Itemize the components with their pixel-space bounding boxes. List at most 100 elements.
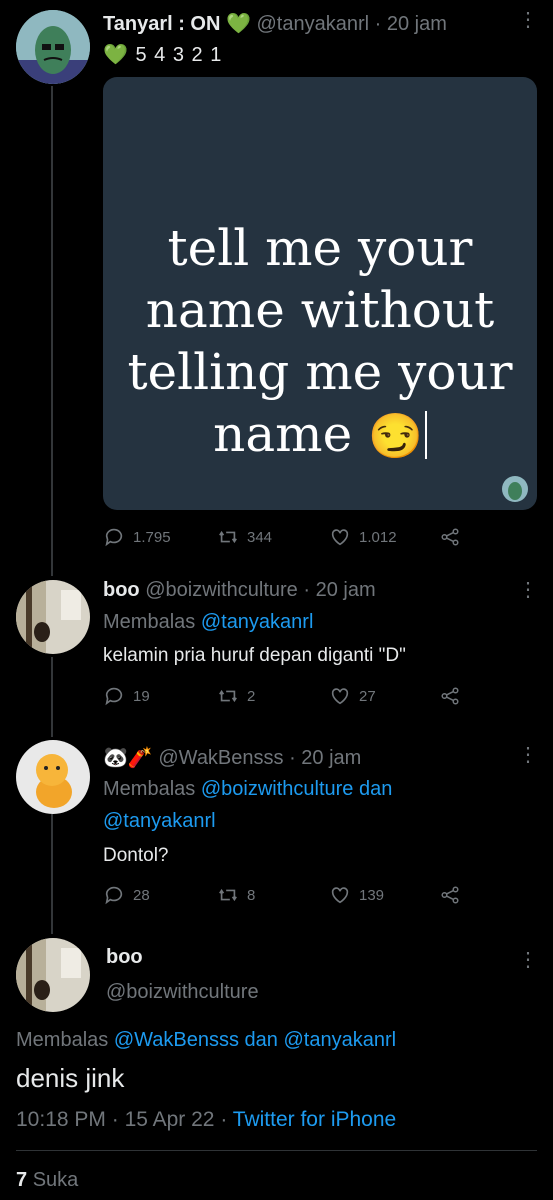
- like-count: 1.012: [359, 528, 397, 546]
- reply-button[interactable]: 1.795: [103, 526, 171, 548]
- divider: [16, 1150, 537, 1151]
- display-name[interactable]: 🐼🧨: [103, 747, 153, 769]
- replying-label: Membalas: [103, 778, 196, 800]
- image-text-line: name without: [145, 281, 495, 339]
- replying-label: Membalas: [16, 1029, 109, 1051]
- display-name[interactable]: boo: [103, 579, 140, 601]
- tweet-text: Dontol?: [103, 845, 169, 866]
- like-button[interactable]: 1.012: [329, 526, 397, 548]
- timestamp[interactable]: · 20 jam: [289, 747, 361, 769]
- retweet-icon: [219, 888, 237, 902]
- reply-icon: [105, 886, 123, 905]
- handle[interactable]: @tanyakanrl: [256, 13, 369, 35]
- retweet-button[interactable]: 2: [217, 685, 255, 707]
- share-button[interactable]: [439, 884, 469, 906]
- thread-line: [51, 814, 53, 934]
- heart-icon: [331, 887, 349, 904]
- avatar[interactable]: [16, 10, 90, 84]
- share-icon: [441, 886, 459, 904]
- tweet-header: 🐼🧨 @WakBensss · 20 jam: [103, 745, 361, 770]
- tweet-actions: 1.795 344 1.012: [103, 526, 537, 550]
- share-icon: [441, 687, 459, 705]
- reply-icon: [105, 687, 123, 706]
- retweet-icon: [219, 530, 237, 544]
- retweet-count: 8: [247, 886, 256, 904]
- more-options-icon[interactable]: ⋮: [518, 745, 538, 765]
- display-name-line-2: 💚 5 4 3 2 1: [103, 42, 222, 67]
- timestamp[interactable]: · 20 jam: [303, 579, 375, 601]
- tweet-header: boo @boizwithculture · 20 jam: [103, 579, 376, 602]
- retweet-count: 2: [247, 687, 256, 705]
- mention-link[interactable]: @WakBensss: [114, 1029, 239, 1051]
- reply-button[interactable]: 19: [103, 685, 150, 707]
- tweet-date[interactable]: 15 Apr 22: [125, 1108, 215, 1131]
- reply-count: 19: [133, 687, 150, 705]
- replying-to: Membalas @boizwithculture dan: [103, 778, 392, 801]
- like-button[interactable]: 139: [329, 884, 384, 906]
- text-caret: [424, 411, 427, 459]
- share-icon: [441, 528, 459, 546]
- avatar[interactable]: [16, 938, 90, 1012]
- display-name[interactable]: Tanyarl : ON: [103, 13, 220, 35]
- tweet-metadata: 10:18 PM · 15 Apr 22 · Twitter for iPhon…: [16, 1108, 396, 1132]
- like-button[interactable]: 27: [329, 685, 376, 707]
- tweet-actions: 28 8 139: [103, 884, 537, 908]
- avatar[interactable]: [16, 580, 90, 654]
- handle[interactable]: @boizwithculture: [145, 579, 298, 601]
- replying-to: Membalas @WakBensss dan @tanyakanrl: [16, 1029, 396, 1052]
- likes-count: 7: [16, 1169, 28, 1191]
- image-text-line: telling me your: [127, 343, 513, 401]
- green-heart-icon: 💚: [103, 44, 129, 66]
- tweet-actions: 19 2 27: [103, 685, 537, 709]
- smirk-emoji: 😏: [368, 411, 423, 462]
- tweet-time[interactable]: 10:18 PM: [16, 1108, 106, 1131]
- timestamp[interactable]: · 20 jam: [375, 13, 447, 35]
- likes-label: Suka: [32, 1169, 79, 1191]
- reply-button[interactable]: 28: [103, 884, 150, 906]
- more-options-icon[interactable]: ⋮: [518, 950, 538, 970]
- more-options-icon[interactable]: ⋮: [518, 580, 538, 600]
- retweet-button[interactable]: 8: [217, 884, 255, 906]
- tweet-text: denis jink: [16, 1063, 125, 1093]
- replying-label: Membalas: [103, 611, 196, 633]
- handle[interactable]: @WakBensss: [158, 747, 283, 769]
- share-button[interactable]: [439, 685, 469, 707]
- thread-line: [51, 86, 53, 576]
- more-options-icon[interactable]: ⋮: [518, 10, 538, 30]
- retweet-icon: [219, 689, 237, 703]
- heart-icon: [331, 529, 349, 546]
- tweet-text: kelamin pria huruf depan diganti "D": [103, 645, 406, 666]
- like-count: 139: [359, 886, 385, 904]
- share-button[interactable]: [439, 526, 469, 548]
- likes-summary[interactable]: 7 Suka: [16, 1169, 78, 1192]
- reply-count: 1.795: [133, 528, 171, 546]
- heart-icon: [331, 688, 349, 705]
- replying-to-line-2: @tanyakanrl: [103, 810, 216, 833]
- image-text-line: tell me your: [167, 219, 473, 277]
- mention-link[interactable]: @tanyakanrl: [283, 1029, 396, 1051]
- retweet-button[interactable]: 344: [217, 526, 272, 548]
- meta-separator: ·: [111, 1108, 119, 1131]
- replying-joiner: dan: [244, 1029, 278, 1051]
- reply-icon: [105, 528, 123, 547]
- mention-link[interactable]: @tanyakanrl: [103, 810, 216, 832]
- replying-joiner: dan: [358, 778, 393, 800]
- thread-line: [51, 657, 53, 737]
- green-heart-icon: 💚: [226, 13, 251, 35]
- image-text-word: name: [213, 405, 353, 463]
- image-text-line: name 😏: [103, 403, 537, 468]
- mention-link[interactable]: @tanyakanrl: [201, 611, 314, 633]
- display-name[interactable]: boo: [106, 946, 143, 969]
- handle[interactable]: @boizwithculture: [106, 981, 259, 1004]
- like-count: 27: [359, 687, 376, 705]
- mention-link[interactable]: @boizwithculture: [201, 778, 354, 800]
- avatar[interactable]: [16, 740, 90, 814]
- tweet-source[interactable]: Twitter for iPhone: [233, 1108, 396, 1131]
- tweet-image[interactable]: tell me your name without telling me you…: [103, 77, 537, 510]
- meta-separator: ·: [220, 1108, 228, 1131]
- image-text: tell me your name without telling me you…: [103, 217, 537, 468]
- display-name-numbers: 5 4 3 2 1: [135, 44, 223, 66]
- tweet-header: Tanyarl : ON 💚 @tanyakanrl · 20 jam: [103, 11, 447, 36]
- watermark-avatar-icon: [502, 476, 528, 502]
- retweet-count: 344: [247, 528, 273, 546]
